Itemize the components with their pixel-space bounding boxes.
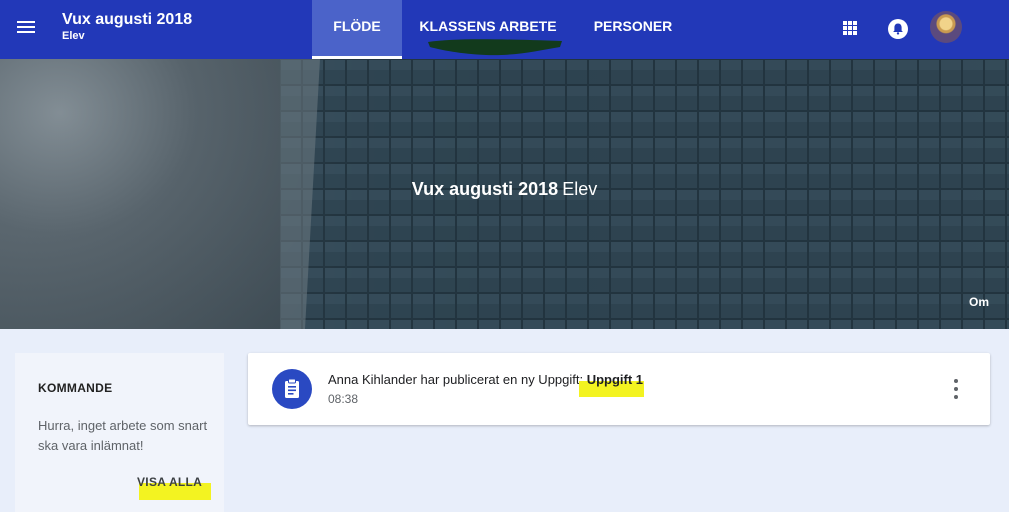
stream-post[interactable]: Anna Kihlander har publicerat en ny Uppg… bbox=[248, 353, 990, 425]
user-avatar[interactable] bbox=[930, 11, 962, 43]
notifications-bell-icon[interactable] bbox=[883, 14, 913, 44]
banner-title: Vux augusti 2018 Elev bbox=[0, 179, 1009, 200]
view-all-link[interactable]: VISA ALLA bbox=[137, 475, 202, 489]
class-title[interactable]: Vux augusti 2018 bbox=[62, 11, 192, 29]
assignment-link[interactable]: Uppgift 1 bbox=[587, 372, 643, 387]
tab-classwork[interactable]: KLASSENS ARBETE bbox=[412, 0, 564, 59]
menu-icon[interactable] bbox=[14, 18, 38, 38]
apps-grid-icon[interactable] bbox=[835, 14, 865, 44]
banner-role: Elev bbox=[562, 179, 598, 199]
post-timestamp: 08:38 bbox=[328, 392, 359, 406]
more-vert-icon[interactable] bbox=[944, 375, 968, 403]
upcoming-message: Hurra, inget arbete som snart ska vara i… bbox=[38, 418, 208, 453]
post-text: Anna Kihlander har publicerat en ny Uppg… bbox=[328, 372, 644, 397]
tab-stream[interactable]: FLÖDE bbox=[312, 0, 402, 59]
class-subtitle: Elev bbox=[62, 30, 85, 42]
assignment-icon bbox=[272, 369, 312, 409]
class-banner: Vux augusti 2018 Elev Om bbox=[0, 59, 1009, 329]
post-text-prefix: Anna Kihlander har publicerat en ny Uppg… bbox=[328, 372, 587, 387]
top-app-bar: Vux augusti 2018 Elev FLÖDE KLASSENS ARB… bbox=[0, 0, 1009, 59]
banner-class-name: Vux augusti 2018 bbox=[411, 179, 559, 199]
about-link[interactable]: Om bbox=[969, 295, 989, 309]
upcoming-card: KOMMANDE Hurra, inget arbete som snart s… bbox=[15, 353, 224, 512]
tab-people[interactable]: PERSONER bbox=[586, 0, 680, 59]
upcoming-title: KOMMANDE bbox=[38, 381, 113, 395]
